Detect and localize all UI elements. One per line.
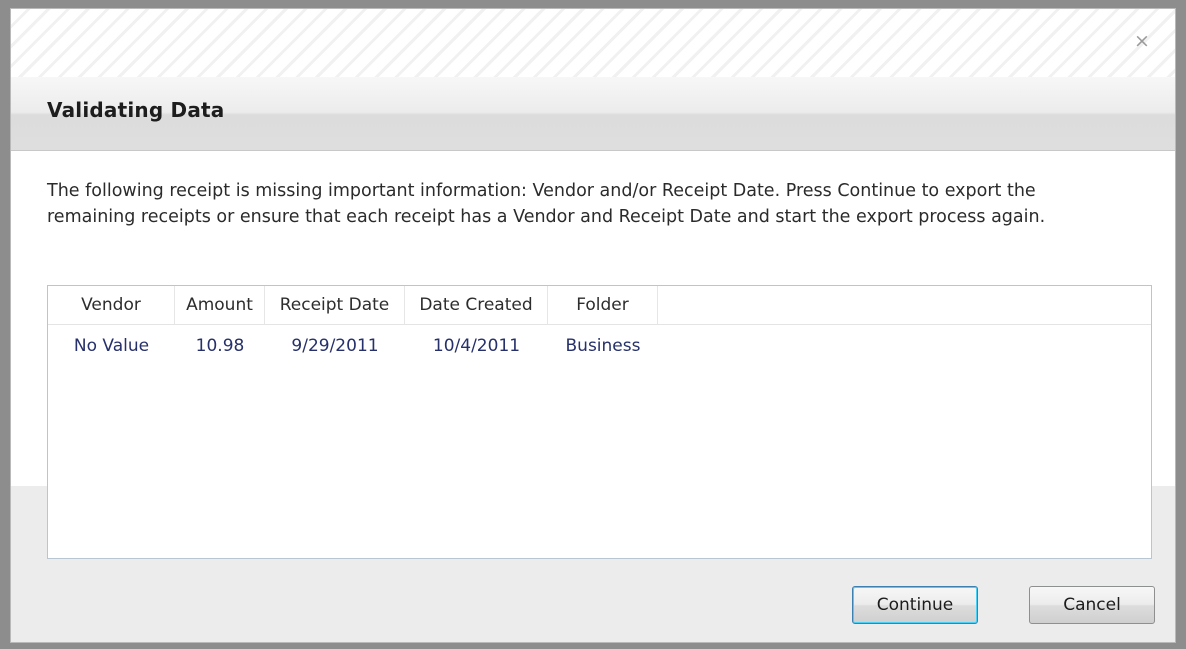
cell-date-created: 10/4/2011	[432, 336, 521, 356]
column-header-vendor[interactable]: Vendor	[48, 286, 175, 324]
dialog-body: The following receipt is missing importa…	[11, 151, 1175, 642]
cell-amount: 10.98	[195, 336, 245, 356]
dialog-message: The following receipt is missing importa…	[47, 181, 1046, 227]
cancel-button[interactable]: Cancel	[1029, 586, 1155, 624]
cell-receipt-date: 9/29/2011	[291, 336, 379, 356]
cell-vendor: No Value	[73, 336, 150, 356]
dialog-title: Validating Data	[47, 98, 225, 122]
dialog-frame: × Validating Data The following receipt …	[0, 0, 1186, 649]
close-icon[interactable]: ×	[1132, 31, 1152, 51]
column-header-amount[interactable]: Amount	[175, 286, 265, 324]
dialog-top-band	[11, 9, 1175, 77]
grid-header: Vendor Amount Receipt Date Date Created …	[48, 286, 1151, 325]
receipts-grid[interactable]: Vendor Amount Receipt Date Date Created …	[47, 285, 1152, 559]
column-header-receipt-date[interactable]: Receipt Date	[265, 286, 405, 324]
cell-folder: Business	[565, 336, 641, 356]
dialog-title-bar: Validating Data	[11, 77, 1175, 151]
continue-button[interactable]: Continue	[852, 586, 978, 624]
dialog-buttons: Continue Cancel	[11, 586, 1175, 626]
table-row[interactable]: No Value 10.98 9/29/2011 10/4/2011 Busin…	[48, 325, 1151, 365]
validating-data-dialog: × Validating Data The following receipt …	[10, 8, 1176, 643]
column-header-folder[interactable]: Folder	[548, 286, 658, 324]
column-header-date-created[interactable]: Date Created	[405, 286, 548, 324]
